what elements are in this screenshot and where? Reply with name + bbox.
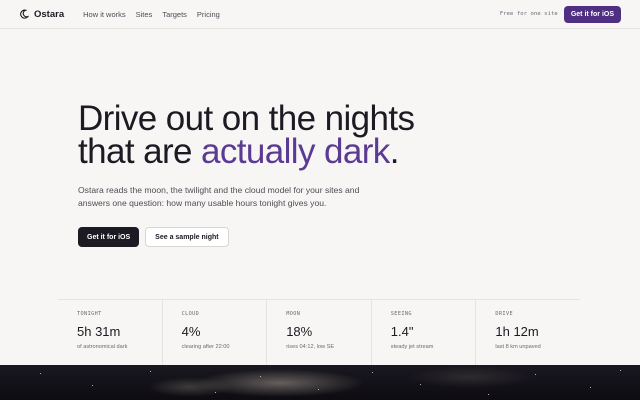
hero-headline: Drive out on the nights that are actuall… bbox=[78, 101, 558, 171]
stat-moon: MOON 18% rises 04:12, low SE bbox=[266, 300, 371, 365]
top-nav: Ostara How it works Sites Targets Pricin… bbox=[0, 0, 640, 29]
star bbox=[318, 389, 319, 390]
star bbox=[420, 384, 421, 385]
night-sky-image bbox=[0, 365, 640, 400]
crescent-moon-icon bbox=[20, 9, 29, 19]
stat-sub: steady jet stream bbox=[390, 344, 434, 350]
star bbox=[488, 394, 489, 395]
nav-links: How it works Sites Targets Pricing bbox=[83, 10, 220, 19]
star bbox=[372, 372, 373, 373]
hero-subtext: Ostara reads the moon, the twilight and … bbox=[78, 185, 360, 208]
star bbox=[92, 385, 93, 386]
sample-night-button[interactable]: See a sample night bbox=[145, 227, 229, 247]
star bbox=[620, 370, 621, 371]
star bbox=[535, 374, 536, 375]
stat-sub: rises 04:12, low SE bbox=[286, 344, 335, 350]
nav-link-how-it-works[interactable]: How it works bbox=[83, 10, 126, 19]
stat-value: 1h 12m bbox=[495, 324, 539, 339]
hero-ctas: Get it for iOS See a sample night bbox=[78, 227, 558, 247]
stat-value: 1.4" bbox=[390, 324, 414, 339]
nav-link-sites[interactable]: Sites bbox=[136, 10, 153, 19]
stat-label: DRIVE bbox=[495, 311, 513, 317]
stat-label: CLOUD bbox=[181, 311, 200, 317]
nav-link-pricing[interactable]: Pricing bbox=[197, 10, 220, 19]
stat-sub: of astronomical dark bbox=[77, 344, 128, 350]
stat-label: SEEING bbox=[390, 311, 412, 317]
nav-link-targets[interactable]: Targets bbox=[162, 10, 187, 19]
headline-line-2-end: . bbox=[389, 132, 400, 171]
stat-label: MOON bbox=[286, 311, 301, 317]
brand-logo[interactable]: Ostara bbox=[19, 9, 64, 20]
stat-drive: DRIVE 1h 12m last 8 km unpaved bbox=[475, 300, 580, 365]
star bbox=[150, 371, 151, 372]
get-ios-button[interactable]: Get it for iOS bbox=[78, 227, 140, 247]
hero: Drive out on the nights that are actuall… bbox=[78, 101, 558, 247]
stat-tonight: TONIGHT 5h 31m of astronomical dark bbox=[58, 300, 162, 365]
stat-cloud: CLOUD 4% clearing after 22:00 bbox=[161, 300, 267, 365]
stat-label: TONIGHT bbox=[77, 311, 102, 317]
stat-value: 5h 31m bbox=[77, 324, 121, 339]
star bbox=[215, 392, 216, 393]
headline-accent: actually dark bbox=[201, 132, 390, 171]
stat-value: 4% bbox=[181, 324, 201, 339]
nav-right: Free for one site Get it for iOS bbox=[499, 5, 621, 23]
stat-seeing: SEEING 1.4" steady jet stream bbox=[370, 300, 476, 365]
stat-value: 18% bbox=[286, 324, 313, 339]
star bbox=[40, 373, 41, 374]
stat-sub: clearing after 22:00 bbox=[181, 344, 230, 350]
free-note: Free for one site bbox=[499, 11, 558, 17]
brand-name: Ostara bbox=[34, 8, 65, 20]
stat-sub: last 8 km unpaved bbox=[495, 344, 541, 350]
nav-get-ios-button[interactable]: Get it for iOS bbox=[563, 5, 621, 23]
headline-line-2-plain: that are bbox=[78, 132, 202, 171]
star bbox=[590, 387, 591, 388]
stats-strip: TONIGHT 5h 31m of astronomical dark CLOU… bbox=[58, 299, 580, 365]
star bbox=[260, 376, 261, 377]
